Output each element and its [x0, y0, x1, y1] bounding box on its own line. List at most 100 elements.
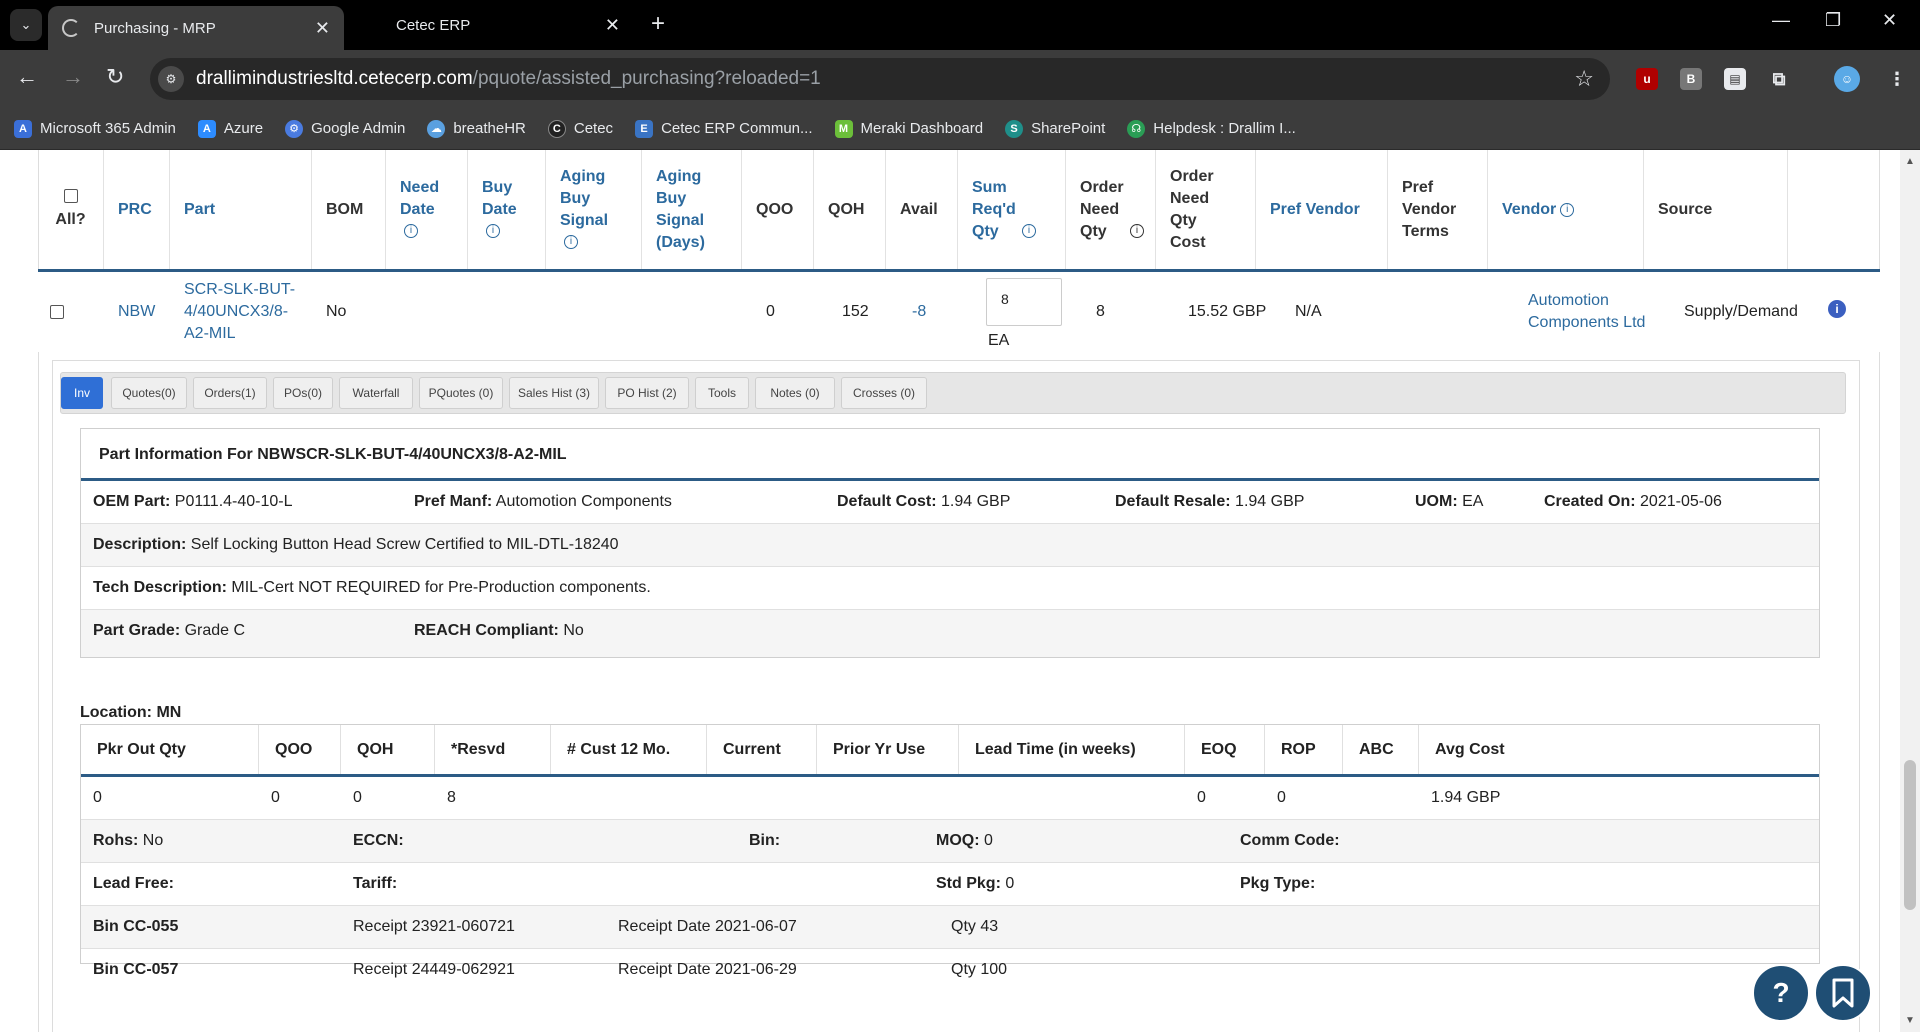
tab-title: Cetec ERP	[396, 16, 471, 34]
part-link[interactable]: SCR-SLK-BUT-4/40UNCX3/8-A2-MIL	[184, 272, 308, 352]
aging-buy-signal-days-header[interactable]: Aging Buy Signal (Days)	[642, 150, 742, 269]
tab-quotes[interactable]: Quotes(0)	[111, 377, 187, 409]
pkg-type-label: Pkg Type:	[1240, 875, 1316, 892]
source-header: Source	[1644, 150, 1788, 269]
tab-crosses[interactable]: Crosses (0)	[841, 377, 927, 409]
tab-waterfall[interactable]: Waterfall	[339, 377, 413, 409]
bookmark-microsoft-365-admin[interactable]: A Microsoft 365 Admin	[14, 119, 176, 138]
order-need-qty-cell: 8	[1096, 303, 1105, 320]
cetec-community-icon: E	[635, 119, 654, 138]
reader-extension-icon[interactable]: ▤	[1724, 68, 1746, 90]
default-resale-value: 1.94 GBP	[1235, 493, 1305, 510]
profile-avatar[interactable]: ☺	[1834, 66, 1860, 92]
b-extension-icon[interactable]: B	[1680, 68, 1702, 90]
info-icon[interactable]: i	[486, 224, 500, 239]
tab-po-hist[interactable]: PO Hist (2)	[605, 377, 689, 409]
tariff-label: Tariff:	[353, 875, 398, 892]
pref-vendor-cell: N/A	[1295, 303, 1322, 320]
info-icon[interactable]: i	[404, 224, 418, 239]
lead-time-header: Lead Time (in weeks)	[959, 725, 1185, 774]
pref-manf-value: Automotion Components	[495, 493, 672, 510]
bookmark-breathehr[interactable]: ☁ breatheHR	[427, 119, 526, 138]
avg-cost-header: Avg Cost	[1435, 740, 1505, 758]
qoo-cell: 0	[766, 303, 775, 320]
tab-pquotes[interactable]: PQuotes (0)	[419, 377, 503, 409]
bin-receipt-date: Receipt Date 2021-06-07	[618, 918, 797, 935]
bin-name: Bin CC-057	[93, 961, 179, 978]
browser-toolbar: ← → ↻ ⚙ drallimindustriesltd.cetecerp.co…	[0, 50, 1920, 108]
tab-sales-hist[interactable]: Sales Hist (3)	[509, 377, 599, 409]
info-icon[interactable]: i	[564, 235, 578, 250]
location-table-header: Pkr Out Qty QOO QOH *Resvd # Cust 12 Mo.…	[81, 725, 1819, 777]
url-host: drallimindustriesltd.cetecerp.com	[196, 68, 473, 89]
google-admin-icon: ⚙	[285, 119, 304, 138]
location-attrs-row-2: Lead Free: Tariff: Std Pkg: 0 Pkg Type:	[81, 863, 1819, 906]
pkr-out-qty-value: 0	[93, 789, 102, 806]
forward-arrow-icon[interactable]: →	[62, 64, 84, 90]
tab-tools[interactable]: Tools	[695, 377, 749, 409]
new-tab-icon[interactable]: +	[651, 10, 665, 38]
bookmark-helpdesk[interactable]: ☊ Helpdesk : Drallim I...	[1127, 119, 1296, 138]
bookmark-star-icon[interactable]: ☆	[1574, 66, 1594, 92]
ublock-extension-icon[interactable]: u	[1636, 68, 1658, 90]
prc-cell[interactable]: NBW	[118, 272, 155, 352]
page-scrollbar[interactable]: ▲ ▼	[1900, 150, 1920, 1032]
select-all-checkbox[interactable]	[63, 188, 78, 203]
bookmark-button[interactable]	[1814, 964, 1872, 1022]
scrollbar-thumb[interactable]	[1904, 760, 1916, 910]
bookmark-meraki-dashboard[interactable]: M Meraki Dashboard	[834, 119, 983, 138]
tab-orders[interactable]: Orders(1)	[193, 377, 267, 409]
scroll-up-icon[interactable]: ▲	[1905, 156, 1915, 167]
back-arrow-icon[interactable]: ←	[16, 64, 38, 90]
tab-cetec-erp[interactable]: Cetec ERP ✕	[372, 8, 634, 42]
prc-header[interactable]: PRC	[104, 150, 170, 269]
tech-description-value: MIL-Cert NOT REQUIRED for Pre-Production…	[231, 579, 651, 596]
pref-vendor-header[interactable]: Pref Vendor	[1256, 150, 1388, 269]
aging-buy-signal-header[interactable]: Aging Buy Signal i	[546, 150, 642, 269]
avail-cell[interactable]: -8	[912, 272, 926, 352]
tab-pos[interactable]: POs(0)	[273, 377, 333, 409]
pref-vendor-terms-header: Pref Vendor Terms	[1388, 150, 1488, 269]
scroll-down-icon[interactable]: ▼	[1905, 1015, 1915, 1026]
azure-icon: A	[197, 119, 216, 138]
minimize-icon[interactable]: —	[1772, 10, 1790, 31]
browser-menu-icon[interactable]: ⋮	[1886, 68, 1908, 90]
bookmark-azure[interactable]: A Azure	[197, 119, 263, 138]
row-checkbox[interactable]	[50, 305, 64, 319]
tab-inv[interactable]: Inv	[61, 377, 103, 409]
bookmark-sharepoint[interactable]: S SharePoint	[1005, 119, 1105, 138]
location-attrs-row-1: Rohs: No ECCN: Bin: MOQ: 0 Comm Code:	[81, 820, 1819, 863]
eccn-label: ECCN:	[353, 832, 404, 849]
need-date-header[interactable]: Need Date i	[386, 150, 468, 269]
close-tab-icon[interactable]: ✕	[315, 18, 330, 39]
bookmark-google-admin[interactable]: ⚙ Google Admin	[285, 119, 405, 138]
reload-icon[interactable]: ↻	[106, 64, 124, 90]
restore-icon[interactable]: ❐	[1825, 10, 1841, 31]
sum-reqd-qty-header[interactable]: Sum Req'd Qty i	[958, 150, 1066, 269]
address-bar[interactable]: ⚙ drallimindustriesltd.cetecerp.com/pquo…	[150, 58, 1610, 100]
bin-name: Bin CC-055	[93, 918, 179, 935]
bookmark-cetec[interactable]: C Cetec	[547, 119, 613, 138]
url-path: /pquote/assisted_purchasing?reloaded=1	[472, 68, 821, 89]
bookmark-cetec-erp-community[interactable]: E Cetec ERP Commun...	[635, 119, 813, 138]
sum-reqd-qty-input[interactable]: 8	[986, 278, 1062, 326]
part-header[interactable]: Part	[170, 150, 312, 269]
buy-date-header[interactable]: Buy Date i	[468, 150, 546, 269]
close-tab-icon[interactable]: ✕	[605, 15, 620, 36]
site-info-icon[interactable]: ⚙	[158, 66, 184, 92]
help-button[interactable]: ?	[1752, 964, 1810, 1022]
info-icon[interactable]: i	[1022, 224, 1036, 239]
tab-purchasing-mrp[interactable]: Purchasing - MRP ✕	[48, 6, 344, 50]
vendor-header[interactable]: Vendor i	[1488, 150, 1644, 269]
vendor-link[interactable]: Automotion Components Ltd	[1528, 272, 1648, 352]
bin-qty: Qty 100	[951, 961, 1008, 978]
bin-receipt-date: Receipt Date 2021-06-29	[618, 961, 797, 978]
extensions-puzzle-icon[interactable]: ⧉	[1768, 68, 1790, 90]
tab-search-chevron-icon[interactable]: ⌄	[10, 9, 42, 41]
tab-notes[interactable]: Notes (0)	[755, 377, 835, 409]
row-info-icon[interactable]: i	[1828, 300, 1846, 318]
bin-receipt: Receipt 24449-062921	[353, 961, 515, 978]
info-icon[interactable]: i	[1130, 224, 1144, 239]
close-window-icon[interactable]: ✕	[1882, 10, 1897, 31]
info-icon[interactable]: i	[1560, 202, 1575, 217]
